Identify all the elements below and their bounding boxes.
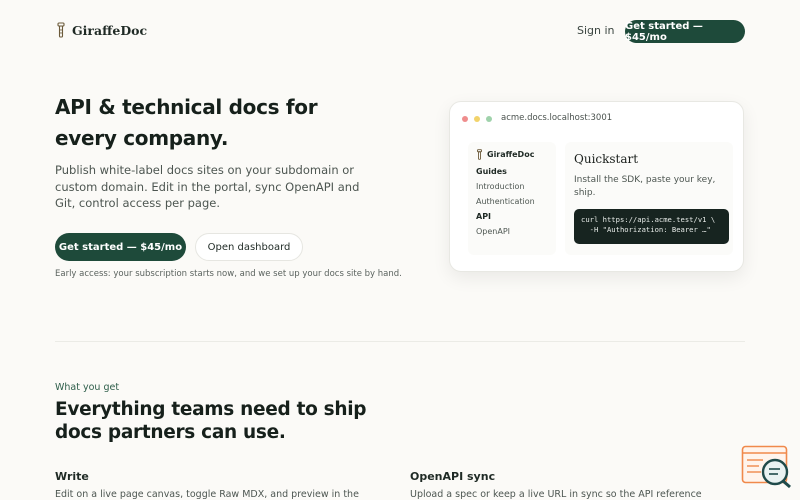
brand-name: GiraffeDoc <box>72 22 148 38</box>
early-access-note: Early access: your subscription starts n… <box>55 269 402 279</box>
preview-url: acme.docs.localhost:3001 <box>501 113 613 123</box>
preview-brand-name: GiraffeDoc <box>487 150 535 159</box>
features-title: Everything teams need to ship docs partn… <box>55 399 367 443</box>
brand-logo[interactable]: GiraffeDoc <box>56 22 147 38</box>
window-dot-green <box>486 116 492 122</box>
section-divider <box>55 341 745 342</box>
feedback-widget-icon[interactable] <box>741 445 792 489</box>
preview-nav-guides[interactable]: Guides <box>476 167 507 176</box>
features-eyebrow: What you get <box>55 382 120 393</box>
site-header: GiraffeDoc Sign in Get started — $45/mo <box>0 0 800 62</box>
preview-nav-introduction[interactable]: Introduction <box>476 182 524 191</box>
open-dashboard-button[interactable]: Open dashboard <box>195 233 303 261</box>
code-line-1: curl https://api.acme.test/v1 \ <box>581 215 716 224</box>
preview-title: Quickstart <box>574 152 639 166</box>
window-dot-red <box>462 116 468 122</box>
feature-write-title: Write <box>55 470 89 483</box>
preview-description: Install the SDK, paste your key, ship. <box>574 175 716 198</box>
giraffe-icon <box>57 22 65 38</box>
feature-write-description: Edit on a live page canvas, toggle Raw M… <box>55 489 359 500</box>
code-line-2: -H "Authorization: Bearer …" <box>581 225 711 234</box>
get-started-header-button[interactable]: Get started — $45/mo <box>625 20 745 43</box>
preview-brand: GiraffeDoc <box>476 149 534 160</box>
window-dot-yellow <box>474 116 480 122</box>
sign-in-link[interactable]: Sign in <box>577 24 615 37</box>
preview-sidebar: GiraffeDoc Guides Introduction Authentic… <box>468 142 556 255</box>
preview-nav-api[interactable]: API <box>476 212 491 221</box>
feature-openapi-title: OpenAPI sync <box>410 470 496 483</box>
hero-title: API & technical docs for every company. <box>55 95 318 150</box>
preview-code-block: curl https://api.acme.test/v1 \ -H "Auth… <box>574 209 729 244</box>
preview-nav-authentication[interactable]: Authentication <box>476 197 535 206</box>
preview-content: Quickstart Install the SDK, paste your k… <box>565 142 733 255</box>
giraffe-icon <box>476 149 483 160</box>
preview-nav-openapi[interactable]: OpenAPI <box>476 227 510 236</box>
feature-openapi-description: Upload a spec or keep a live URL in sync… <box>410 489 702 500</box>
get-started-button[interactable]: Get started — $45/mo <box>55 233 186 261</box>
hero-subtitle: Publish white-label docs sites on your s… <box>55 163 360 210</box>
docs-preview-card: acme.docs.localhost:3001 GiraffeDoc Guid… <box>449 101 744 272</box>
